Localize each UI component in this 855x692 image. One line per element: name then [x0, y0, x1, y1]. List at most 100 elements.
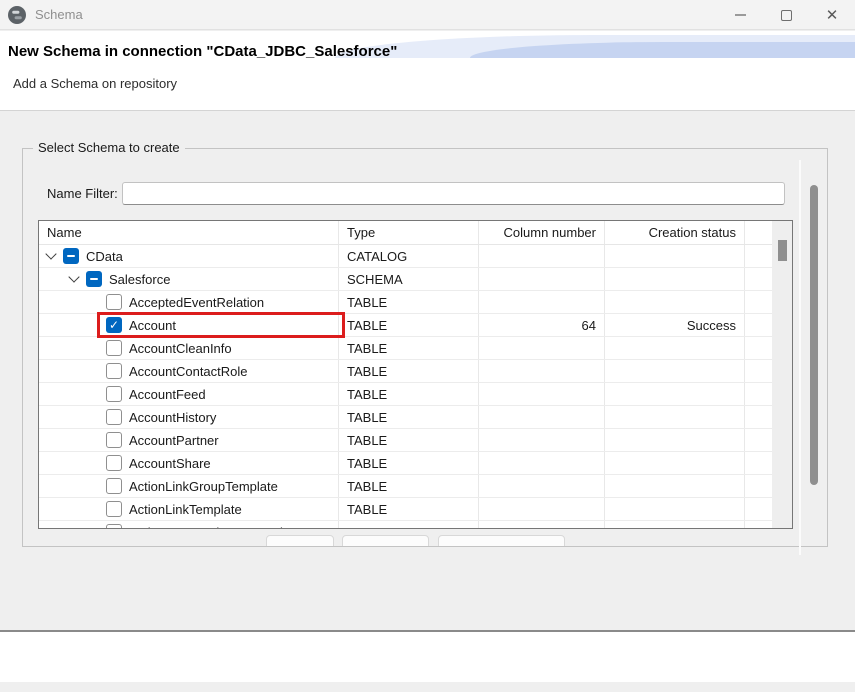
name-cell: CData: [39, 245, 339, 267]
creation-status-cell: [605, 268, 745, 290]
name-filter-input[interactable]: [122, 182, 785, 205]
table-row[interactable]: ActionLinkGroupTemplateTABLE: [39, 475, 792, 498]
table-row[interactable]: AccountHistoryTABLE: [39, 406, 792, 429]
table-row[interactable]: AccountContactRoleTABLE: [39, 360, 792, 383]
name-cell: AccountContactRole: [39, 360, 339, 382]
table-row[interactable]: AccountCleanInfoTABLE: [39, 337, 792, 360]
column-header-column-number[interactable]: Column number: [479, 221, 605, 244]
banner-subtitle: Add a Schema on repository: [13, 76, 177, 91]
type-cell: TABLE: [339, 383, 479, 405]
type-cell: TABLE: [339, 475, 479, 497]
name-cell: AccountHistory: [39, 406, 339, 428]
name-cell: Salesforce: [39, 268, 339, 290]
creation-status-cell: [605, 475, 745, 497]
row-label: AcceptedEventRelation: [129, 295, 264, 310]
column-header-name[interactable]: Name: [39, 221, 339, 244]
creation-status-cell: [605, 291, 745, 313]
table-row[interactable]: CData CATALOG: [39, 245, 792, 268]
type-cell: TABLE: [339, 429, 479, 451]
maximize-button[interactable]: [763, 0, 809, 30]
select-schema-group: Name Filter: NameTypeColumn numberCreati…: [22, 148, 828, 547]
group-legend: Select Schema to create: [33, 140, 185, 155]
column-number-cell: [479, 268, 605, 290]
type-cell: TABLE: [339, 521, 479, 528]
creation-status-cell: [605, 498, 745, 520]
checkbox-unchecked[interactable]: [106, 478, 122, 494]
close-icon: ✕: [826, 8, 839, 23]
schema-tree-table: NameTypeColumn numberCreation status CDa…: [38, 220, 793, 529]
minimize-button[interactable]: [717, 0, 763, 30]
clipped-button-1[interactable]: [266, 535, 334, 547]
creation-status-cell: [605, 452, 745, 474]
row-label: Salesforce: [109, 272, 170, 287]
table-body: CDataCATALOGSalesforceSCHEMAAcceptedEven…: [39, 245, 792, 528]
creation-status-cell: [605, 383, 745, 405]
name-cell: AccountPartner: [39, 429, 339, 451]
close-button[interactable]: ✕: [809, 0, 855, 30]
table-row[interactable]: AccountTABLE64Success: [39, 314, 792, 337]
creation-status-cell: [605, 337, 745, 359]
name-cell: ActionLinkGroupTemplate: [39, 475, 339, 497]
scroll-gutter-divider: [799, 160, 801, 555]
chevron-down-icon[interactable]: [68, 271, 79, 282]
column-number-cell: [479, 337, 605, 359]
checkbox-unchecked[interactable]: [106, 501, 122, 517]
checkbox-unchecked[interactable]: [106, 340, 122, 356]
table-scrollbar[interactable]: [772, 221, 792, 528]
window-controls: ✕: [717, 0, 855, 30]
window-title: Schema: [35, 7, 83, 22]
table-row[interactable]: SalesforceSCHEMA: [39, 268, 792, 291]
maximize-icon: [781, 10, 792, 21]
column-header-type[interactable]: Type: [339, 221, 479, 244]
banner-title: New Schema in connection "CData_JDBC_Sal…: [8, 43, 397, 60]
chevron-down-icon[interactable]: [45, 248, 56, 259]
table-row[interactable]: AccountFeed TABLE: [39, 383, 792, 406]
name-filter-label: Name Filter:: [47, 182, 118, 205]
minimize-icon: [735, 14, 746, 16]
checkbox-indeterminate[interactable]: [86, 271, 102, 287]
name-cell: ActiveFeatureLicenseMetric: [39, 521, 339, 528]
row-label: CData: [86, 249, 123, 264]
table-row[interactable]: AccountPartnerTABLE: [39, 429, 792, 452]
row-label: AccountFeed: [129, 387, 206, 402]
name-cell: ActionLinkTemplate: [39, 498, 339, 520]
table-row[interactable]: ActionLinkTemplate TABLE: [39, 498, 792, 521]
dialog-scrollbar-thumb[interactable]: [810, 185, 818, 485]
creation-status-cell: [605, 245, 745, 267]
column-number-cell: [479, 429, 605, 451]
type-cell: TABLE: [339, 360, 479, 382]
table-row[interactable]: ActiveFeatureLicenseMetric TABLE: [39, 521, 792, 528]
checkbox-unchecked[interactable]: [106, 524, 122, 528]
name-cell: AcceptedEventRelation: [39, 291, 339, 313]
type-cell: TABLE: [339, 291, 479, 313]
checkbox-checked[interactable]: [106, 317, 122, 333]
column-number-cell: [479, 452, 605, 474]
row-label: ActionLinkTemplate: [129, 502, 242, 517]
type-cell: CATALOG: [339, 245, 479, 267]
type-cell: TABLE: [339, 452, 479, 474]
footer-bar: < Back Next > Finish Cancel: [0, 632, 855, 682]
column-number-cell: [479, 291, 605, 313]
table-row[interactable]: AcceptedEventRelation TABLE: [39, 291, 792, 314]
table-row[interactable]: AccountShareTABLE: [39, 452, 792, 475]
column-header-creation-status[interactable]: Creation status: [605, 221, 745, 244]
creation-status-cell: [605, 360, 745, 382]
checkbox-unchecked[interactable]: [106, 455, 122, 471]
checkbox-unchecked[interactable]: [106, 432, 122, 448]
checkbox-unchecked[interactable]: [106, 409, 122, 425]
row-label: ActiveFeatureLicenseMetric: [129, 525, 289, 529]
clipped-button-3[interactable]: [438, 535, 565, 547]
table-scrollbar-thumb[interactable]: [778, 240, 787, 261]
clipped-button-2[interactable]: [342, 535, 429, 547]
checkbox-unchecked[interactable]: [106, 294, 122, 310]
checkbox-unchecked[interactable]: [106, 386, 122, 402]
creation-status-cell: Success: [605, 314, 745, 336]
checkbox-indeterminate[interactable]: [63, 248, 79, 264]
table-header-row: NameTypeColumn numberCreation status: [39, 221, 792, 245]
column-number-cell: [479, 383, 605, 405]
type-cell: TABLE: [339, 498, 479, 520]
checkbox-unchecked[interactable]: [106, 363, 122, 379]
schema-app-icon: [8, 6, 26, 24]
type-cell: TABLE: [339, 406, 479, 428]
row-label: Account: [129, 318, 176, 333]
